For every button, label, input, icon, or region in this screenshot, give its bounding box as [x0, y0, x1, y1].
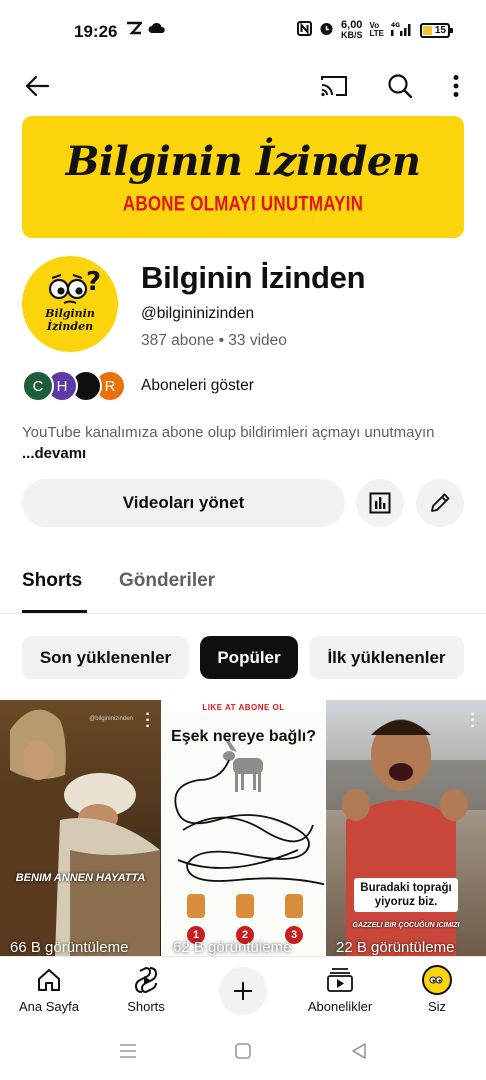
short-thumbnail[interactable]: LIKE AT ABONE OL Eşek nereye bağlı? 1 2 … — [163, 700, 324, 956]
channel-stats: 387 abone • 33 video — [141, 332, 287, 349]
short-caption: Buradaki toprağı yiyoruz biz. — [354, 878, 458, 912]
more-vert-icon — [453, 75, 459, 97]
subscriber-avatars[interactable]: CHR — [22, 370, 126, 402]
recent-apps-button[interactable] — [116, 1039, 140, 1063]
nav-home[interactable]: Ana Sayfa — [9, 963, 89, 1014]
short-heading: Eşek nereye bağlı? — [171, 728, 316, 745]
channel-handle: @bilgininizinden — [141, 305, 255, 322]
status-right-group: 6,00 KB/S Vo LTE 4G 15 — [296, 20, 453, 40]
back-button[interactable] — [17, 66, 57, 106]
search-button[interactable] — [380, 66, 420, 106]
edit-channel-button[interactable] — [416, 479, 464, 527]
alarm-icon — [319, 21, 334, 39]
cast-icon — [321, 76, 347, 97]
short-overlay-text: BENIM ANNEN HAYATTA — [15, 872, 146, 884]
analytics-button[interactable] — [356, 479, 404, 527]
manage-videos-button[interactable]: Videoları yönet — [22, 479, 345, 527]
menu-icon — [120, 1044, 136, 1058]
subscriber-avatar: C — [22, 370, 54, 402]
short-watermark: @bilgininizinden — [89, 716, 133, 722]
short-thumbnail[interactable]: BENIM ANNEN HAYATTA @bilgininizinden · · ·… — [0, 700, 161, 956]
battery-level: 15 — [434, 24, 446, 36]
nav-shorts[interactable]: Shorts — [106, 963, 186, 1014]
bottom-navigation: Ana Sayfa Shorts Abonelikler Siz — [0, 956, 486, 1022]
svg-text:4G: 4G — [391, 22, 400, 29]
channel-banner: Bilginin İzinden ABONE OLMAYI UNUTMAYIN — [22, 116, 464, 238]
channel-name: Bilginin İzinden — [141, 260, 366, 295]
short-thumbnail[interactable]: Buradaki toprağı yiyoruz biz. GAZZELI BI… — [326, 700, 486, 956]
thinking-face-icon: ? — [48, 267, 101, 304]
short-bottom-text: GAZZELI BIR ÇOCUĞUN ICIMIZI — [352, 922, 460, 929]
short-views: 22 B görüntüleme — [336, 939, 455, 956]
chip-oldest[interactable]: İlk yüklenenler — [309, 636, 464, 679]
banner-title: Bilginin İzinden — [65, 138, 421, 185]
search-icon — [388, 74, 413, 99]
short-views: 66 B görüntüleme — [10, 939, 129, 956]
status-time: 19:26 — [74, 22, 118, 41]
channel-description[interactable]: YouTube kanalımıza abone olup bildirimle… — [22, 422, 442, 464]
channel-avatar[interactable]: ? Bilginin İzinden — [22, 256, 118, 352]
volte-icon: Vo LTE — [369, 21, 384, 38]
more-options-button[interactable] — [436, 66, 476, 106]
channel-tabs: Shorts Gönderiler — [0, 556, 486, 614]
nav-home-label: Ana Sayfa — [19, 999, 79, 1014]
short-more-icon[interactable]: · · · — [470, 707, 476, 735]
system-navigation — [0, 1022, 486, 1080]
nfc-icon — [296, 21, 312, 39]
home-icon — [38, 969, 60, 991]
chip-latest[interactable]: Son yüklenenler — [22, 636, 189, 679]
status-bar: 19:26 6,00 KB/S Vo LTE 4G 15 — [0, 0, 486, 62]
create-button[interactable] — [219, 967, 267, 1015]
battery-icon: 15 — [420, 22, 453, 38]
avatar-text: Bilginin İzinden — [45, 307, 95, 333]
home-system-button[interactable] — [231, 1039, 255, 1063]
pencil-icon — [431, 493, 450, 512]
square-icon — [235, 1043, 251, 1059]
plus-icon — [234, 982, 252, 1000]
chip-popular[interactable]: Popüler — [200, 636, 298, 679]
nav-shorts-label: Shorts — [127, 999, 165, 1014]
short-thumbnail-image — [326, 700, 486, 956]
nav-you-label: Siz — [427, 999, 447, 1014]
notification-icon — [126, 21, 144, 39]
description-text: YouTube kanalımıza abone olup bildirimle… — [22, 424, 435, 441]
cast-button[interactable] — [314, 66, 354, 106]
short-more-icon[interactable]: · · · — [145, 707, 151, 735]
network-speed: 6,00 KB/S — [341, 20, 363, 40]
nav-subscriptions[interactable]: Abonelikler — [300, 963, 380, 1014]
tab-shorts[interactable]: Shorts — [22, 570, 82, 592]
nav-subscriptions-label: Abonelikler — [307, 999, 373, 1014]
svg-text:?: ? — [86, 267, 101, 297]
nav-you[interactable]: Siz — [397, 963, 477, 1014]
shorts-icon — [134, 966, 158, 994]
back-system-button[interactable] — [347, 1039, 371, 1063]
subscriptions-icon — [327, 968, 353, 992]
top-app-bar — [0, 62, 486, 108]
triangle-back-icon — [352, 1043, 366, 1059]
tab-posts[interactable]: Gönderiler — [119, 570, 215, 592]
more-link[interactable]: ...devamı — [22, 445, 86, 462]
speed-unit: KB/S — [340, 30, 363, 40]
signal-icon: 4G — [391, 21, 413, 39]
show-subscribers-link[interactable]: Aboneleri göster — [141, 377, 254, 395]
short-top-text: LIKE AT ABONE OL — [202, 703, 285, 712]
banner-subtitle: ABONE OLMAYI UNUTMAYIN — [122, 191, 364, 216]
cloud-icon — [148, 21, 166, 39]
active-tab-indicator — [22, 610, 87, 613]
short-views: 62 B görüntüleme — [173, 939, 292, 956]
back-arrow-icon — [25, 75, 50, 97]
profile-avatar — [422, 965, 452, 995]
analytics-icon — [369, 492, 391, 514]
short-thumbnail-image — [0, 700, 161, 956]
